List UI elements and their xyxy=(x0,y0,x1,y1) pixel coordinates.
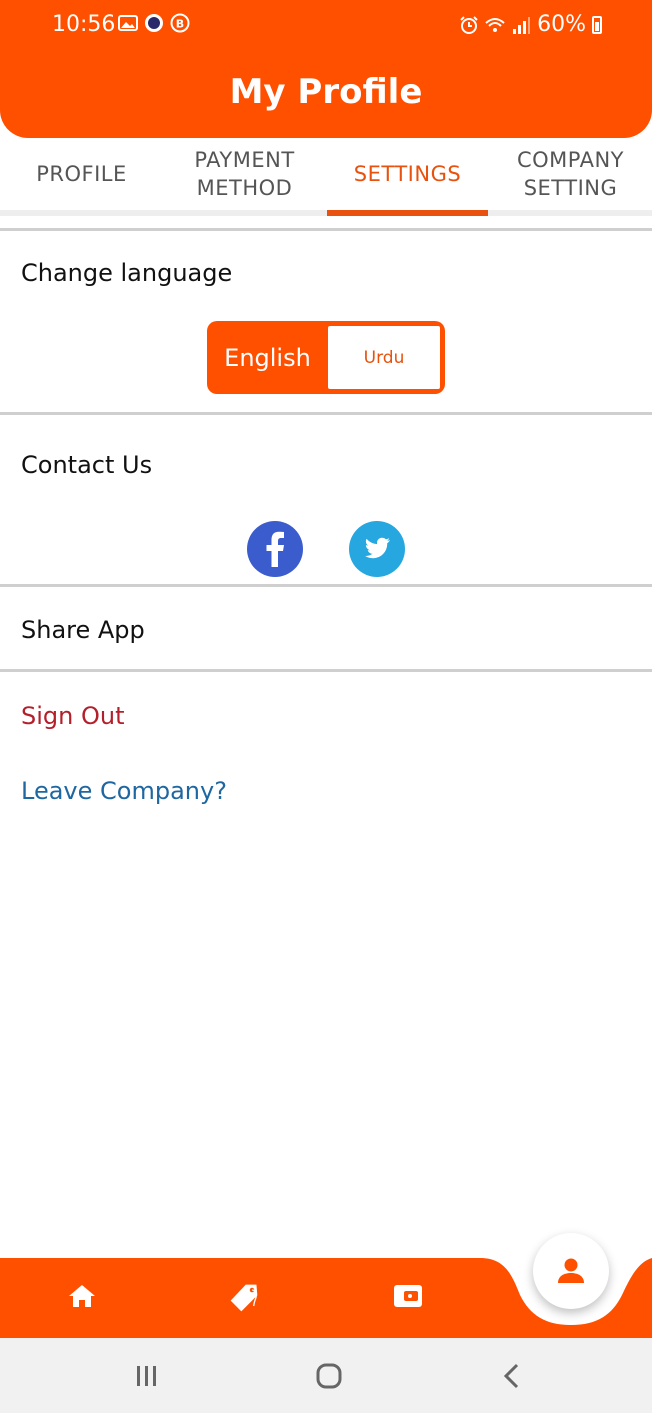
divider xyxy=(0,412,652,415)
language-option-urdu[interactable]: Urdu xyxy=(328,326,440,389)
change-language-label: Change language xyxy=(21,259,233,287)
home-icon[interactable] xyxy=(66,1280,98,1312)
battery-icon xyxy=(592,15,602,34)
leave-company-button[interactable]: Leave Company? xyxy=(21,777,227,805)
profile-tabs: PROFILE PAYMENT METHOD SETTINGS COMPANY … xyxy=(0,138,652,216)
divider xyxy=(0,228,652,231)
divider xyxy=(0,584,652,587)
status-right: 60% xyxy=(459,12,602,37)
wifi-icon xyxy=(485,17,505,32)
share-app-button[interactable]: Share App xyxy=(21,616,145,644)
language-toggle: English Urdu xyxy=(207,321,445,394)
back-icon[interactable] xyxy=(497,1360,529,1392)
tag-icon[interactable] xyxy=(228,1282,260,1314)
language-option-english[interactable]: English xyxy=(207,326,328,389)
b-badge-icon: B xyxy=(170,13,190,33)
battery-percent: 60% xyxy=(537,12,586,37)
profile-icon xyxy=(558,1258,584,1283)
alarm-icon xyxy=(460,15,478,34)
system-navigation-bar xyxy=(0,1338,652,1413)
facebook-icon[interactable] xyxy=(247,521,303,577)
tab-profile[interactable]: PROFILE xyxy=(0,138,163,210)
status-time: 10:56 xyxy=(52,12,116,37)
status-bar: 10:56 B 60% xyxy=(0,0,652,52)
sign-out-button[interactable]: Sign Out xyxy=(21,702,125,730)
wallet-icon[interactable] xyxy=(392,1280,424,1312)
notification-icons: B xyxy=(118,13,190,33)
twitter-icon[interactable] xyxy=(349,521,405,577)
signal-icon xyxy=(513,16,531,34)
contact-us-label: Contact Us xyxy=(21,451,153,479)
home-button-icon[interactable] xyxy=(313,1360,345,1392)
recent-apps-icon[interactable] xyxy=(131,1360,163,1392)
app-notification-icon xyxy=(145,14,163,32)
gallery-icon xyxy=(118,15,138,31)
tab-company-setting[interactable]: COMPANY SETTING xyxy=(489,138,652,210)
divider xyxy=(0,669,652,672)
tab-settings[interactable]: SETTINGS xyxy=(326,138,489,216)
page-title: My Profile xyxy=(229,72,423,112)
app-header: 10:56 B 60% My Profile xyxy=(0,0,652,138)
svg-text:B: B xyxy=(176,18,184,31)
profile-fab[interactable] xyxy=(533,1233,609,1309)
tab-payment-method[interactable]: PAYMENT METHOD xyxy=(163,138,326,210)
